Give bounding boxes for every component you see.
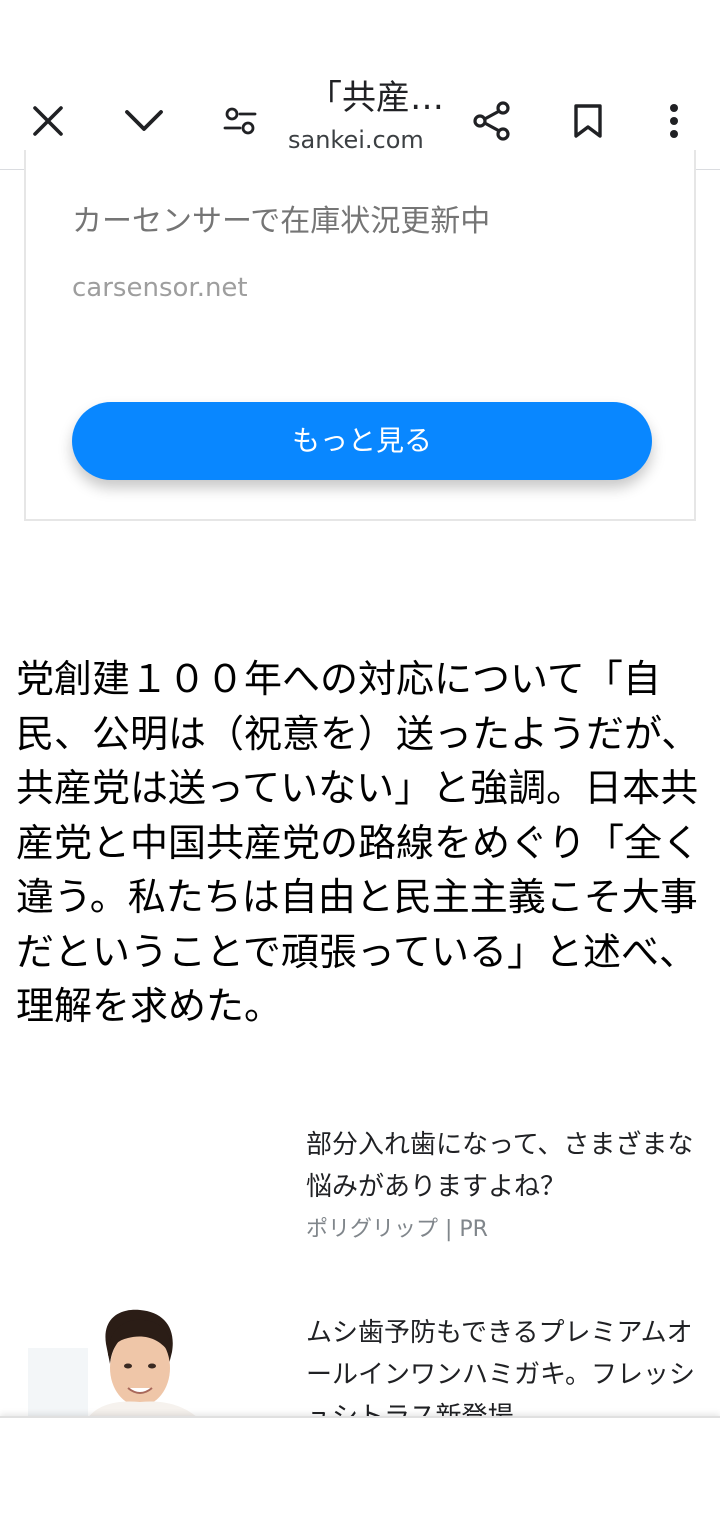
- ad-card[interactable]: カーセンサーで在庫状況更新中 carsensor.net もっと見る: [24, 150, 696, 521]
- close-icon: [33, 106, 63, 136]
- page-title: 「共産…: [308, 78, 444, 118]
- share-icon: [473, 101, 510, 141]
- sponsored-thumbnail: [28, 1308, 206, 1418]
- more-vert-icon: [670, 104, 678, 138]
- bookmark-icon: [574, 104, 602, 138]
- sponsored-source: ポリグリップ | PR: [306, 1217, 488, 1242]
- ad-more-button[interactable]: もっと見る: [72, 402, 652, 480]
- status-bar: [0, 0, 720, 72]
- sponsored-headline: 部分入れ歯になって、さまざまな悩みがありますよね？: [306, 1130, 694, 1202]
- sponsored-item[interactable]: ムシ歯予防もできるプレミアムオールインワンハミガキ。フレッシュシトラス新登場。: [0, 1308, 720, 1418]
- tune-icon: [223, 107, 257, 135]
- article-paragraph: 党創建１００年への対応について「自民、公明は（祝意を）送ったようだが、共産党は送…: [16, 657, 701, 1028]
- bottom-bar: [0, 1416, 720, 1520]
- sponsored-headline: ムシ歯予防もできるプレミアムオールインワンハミガキ。フレッシュシトラス新登場。: [306, 1318, 695, 1418]
- sponsored-item[interactable]: 部分入れ歯になって、さまざまな悩みがありますよね？ ポリグリップ | PR: [0, 1120, 720, 1260]
- ad-domain: carsensor.net: [72, 273, 248, 303]
- chevron-down-icon: [125, 110, 163, 131]
- ad-headline: カーセンサーで在庫状況更新中: [72, 204, 491, 239]
- person-photo-icon: [28, 1308, 206, 1418]
